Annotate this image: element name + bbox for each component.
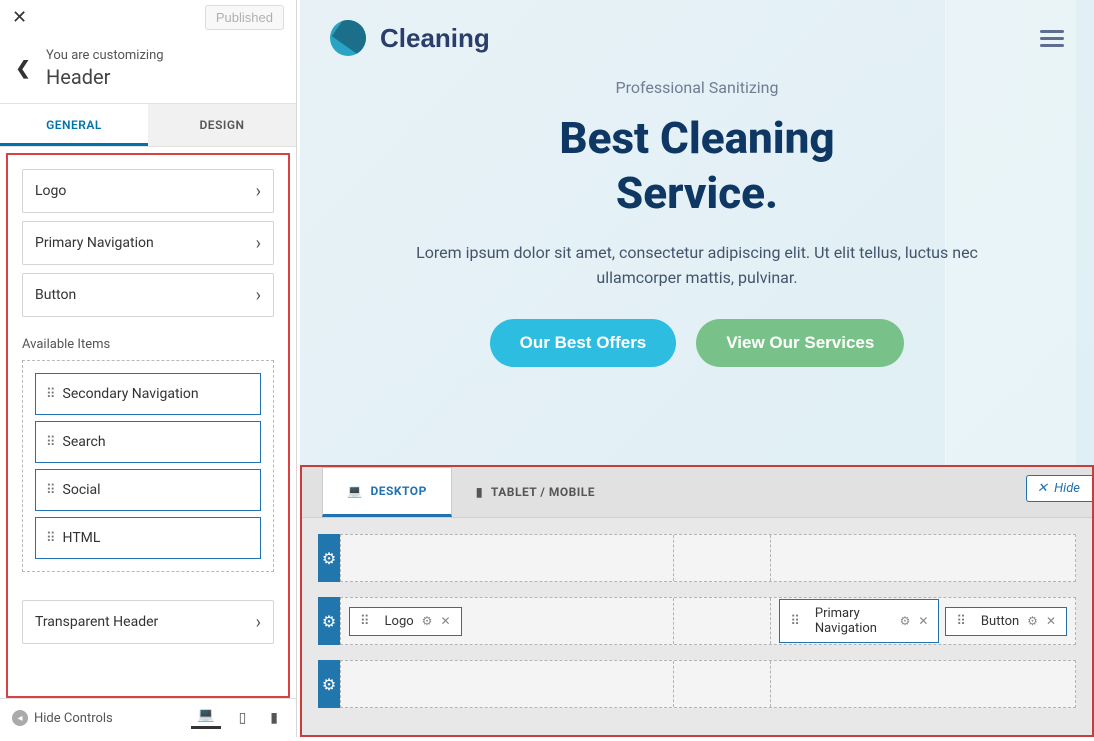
tab-design[interactable]: DESIGN bbox=[148, 104, 296, 146]
builder-row-top bbox=[318, 534, 1076, 582]
hero-text: Lorem ipsum dolor sit amet, consectetur … bbox=[397, 241, 997, 291]
builder-row-bottom bbox=[318, 660, 1076, 708]
available-secondary-navigation[interactable]: ⠿ Secondary Navigation bbox=[35, 373, 261, 415]
close-icon[interactable]: ✕ bbox=[918, 614, 928, 628]
sidebar-footer: ◂ Hide Controls 💻 ▯ ▮ bbox=[0, 698, 296, 737]
header-builder: 💻 DESKTOP ▮ TABLET / MOBILE ✕ Hide bbox=[300, 465, 1094, 737]
drag-handle-icon: ⠿ bbox=[46, 531, 55, 546]
chip-label: Primary Navigation bbox=[815, 606, 892, 636]
chip-button[interactable]: ⠿ Button ✕ bbox=[945, 607, 1067, 636]
close-icon[interactable]: ✕ bbox=[12, 7, 27, 28]
row-cell-center[interactable] bbox=[674, 535, 772, 581]
item-label: Primary Navigation bbox=[35, 235, 154, 251]
drag-handle-icon: ⠿ bbox=[46, 435, 55, 450]
available-items-box: ⠿ Secondary Navigation ⠿ Search ⠿ Social… bbox=[22, 360, 274, 572]
row-cell-right[interactable] bbox=[771, 535, 1075, 581]
chip-logo[interactable]: ⠿ Logo ✕ bbox=[349, 607, 462, 636]
mobile-icon[interactable]: ▮ bbox=[264, 710, 284, 726]
available-html[interactable]: ⠿ HTML bbox=[35, 517, 261, 559]
builder-tab-tablet-mobile[interactable]: ▮ TABLET / MOBILE bbox=[452, 467, 619, 517]
drag-handle-icon: ⠿ bbox=[46, 483, 55, 498]
drag-handle-icon: ⠿ bbox=[790, 614, 799, 629]
item-label: Button bbox=[35, 287, 76, 303]
row-cell-right[interactable]: ⠿ Primary Navigation ✕ ⠿ Button ✕ bbox=[771, 598, 1075, 644]
logo-icon bbox=[330, 20, 366, 56]
available-items-label: Available Items bbox=[22, 337, 274, 352]
chip-label: Button bbox=[981, 614, 1019, 629]
page-title: Header bbox=[46, 65, 296, 89]
row-cell-left[interactable] bbox=[341, 535, 674, 581]
gear-icon[interactable] bbox=[1027, 614, 1038, 628]
builder-tab-desktop[interactable]: 💻 DESKTOP bbox=[322, 467, 452, 517]
mobile-icon: ▮ bbox=[476, 485, 483, 499]
breadcrumb-label: You are customizing bbox=[46, 48, 296, 63]
chevron-right-icon: › bbox=[256, 285, 261, 306]
breadcrumb: ❮ You are customizing Header bbox=[0, 42, 296, 104]
site-brand: Cleaning bbox=[330, 20, 490, 56]
customizer-sidebar: ✕ Published ❮ You are customizing Header… bbox=[0, 0, 297, 737]
builder-tab-label: TABLET / MOBILE bbox=[491, 485, 595, 499]
available-item-label: Search bbox=[63, 434, 106, 450]
chip-label: Logo bbox=[385, 614, 414, 629]
item-label: Transparent Header bbox=[35, 614, 158, 630]
item-logo[interactable]: Logo › bbox=[22, 169, 274, 213]
row-cell-left[interactable] bbox=[341, 661, 674, 707]
row-cell-center[interactable] bbox=[674, 661, 772, 707]
item-label: Logo bbox=[35, 183, 66, 199]
close-icon[interactable]: ✕ bbox=[1046, 614, 1056, 628]
available-search[interactable]: ⠿ Search bbox=[35, 421, 261, 463]
general-panel: Logo › Primary Navigation › Button › Ava… bbox=[6, 153, 290, 698]
gear-icon[interactable] bbox=[900, 614, 911, 628]
row-settings-button[interactable] bbox=[318, 597, 340, 645]
desktop-icon[interactable]: 💻 bbox=[191, 707, 220, 729]
hide-controls-label: Hide Controls bbox=[34, 711, 113, 726]
item-button[interactable]: Button › bbox=[22, 273, 274, 317]
desktop-icon: 💻 bbox=[347, 484, 362, 498]
chevron-left-icon: ◂ bbox=[12, 710, 28, 726]
available-social[interactable]: ⠿ Social bbox=[35, 469, 261, 511]
chip-primary-navigation[interactable]: ⠿ Primary Navigation ✕ bbox=[779, 599, 939, 643]
hero-title: Best Cleaning Service. bbox=[340, 111, 1054, 221]
hide-label: Hide bbox=[1054, 481, 1080, 496]
close-icon[interactable]: ✕ bbox=[440, 614, 450, 628]
drag-handle-icon: ⠿ bbox=[956, 614, 965, 629]
hide-controls-button[interactable]: ◂ Hide Controls bbox=[12, 710, 179, 726]
cta-services-button[interactable]: View Our Services bbox=[696, 319, 904, 367]
sidebar-tabs: GENERAL DESIGN bbox=[0, 104, 296, 147]
chevron-right-icon: › bbox=[256, 233, 261, 254]
builder-row-main: ⠿ Logo ✕ ⠿ Primary Navigation ✕ bbox=[318, 597, 1076, 645]
drag-handle-icon: ⠿ bbox=[360, 614, 369, 629]
hero-subtitle: Professional Sanitizing bbox=[340, 78, 1054, 97]
row-settings-button[interactable] bbox=[318, 660, 340, 708]
menu-toggle-button[interactable] bbox=[1040, 30, 1064, 47]
gear-icon[interactable] bbox=[422, 614, 433, 628]
cta-offers-button[interactable]: Our Best Offers bbox=[490, 319, 677, 367]
builder-tab-label: DESKTOP bbox=[370, 484, 426, 498]
row-cell-right[interactable] bbox=[771, 661, 1075, 707]
publish-status-button[interactable]: Published bbox=[205, 5, 284, 30]
row-cell-left[interactable]: ⠿ Logo ✕ bbox=[341, 598, 674, 644]
close-icon: ✕ bbox=[1037, 481, 1048, 496]
available-item-label: Secondary Navigation bbox=[63, 386, 199, 402]
item-primary-navigation[interactable]: Primary Navigation › bbox=[22, 221, 274, 265]
item-transparent-header[interactable]: Transparent Header › bbox=[22, 600, 274, 644]
tablet-icon[interactable]: ▯ bbox=[233, 710, 253, 726]
tab-general[interactable]: GENERAL bbox=[0, 104, 148, 146]
hide-builder-button[interactable]: ✕ Hide bbox=[1026, 475, 1092, 502]
site-preview: Cleaning Professional Sanitizing Best Cl… bbox=[300, 0, 1094, 465]
available-item-label: Social bbox=[63, 482, 101, 498]
brand-name: Cleaning bbox=[380, 23, 490, 54]
back-button[interactable]: ❮ bbox=[0, 58, 46, 79]
row-cell-center[interactable] bbox=[674, 598, 772, 644]
drag-handle-icon: ⠿ bbox=[46, 387, 55, 402]
chevron-right-icon: › bbox=[256, 181, 261, 202]
available-item-label: HTML bbox=[63, 530, 101, 546]
row-settings-button[interactable] bbox=[318, 534, 340, 582]
chevron-right-icon: › bbox=[256, 612, 261, 633]
